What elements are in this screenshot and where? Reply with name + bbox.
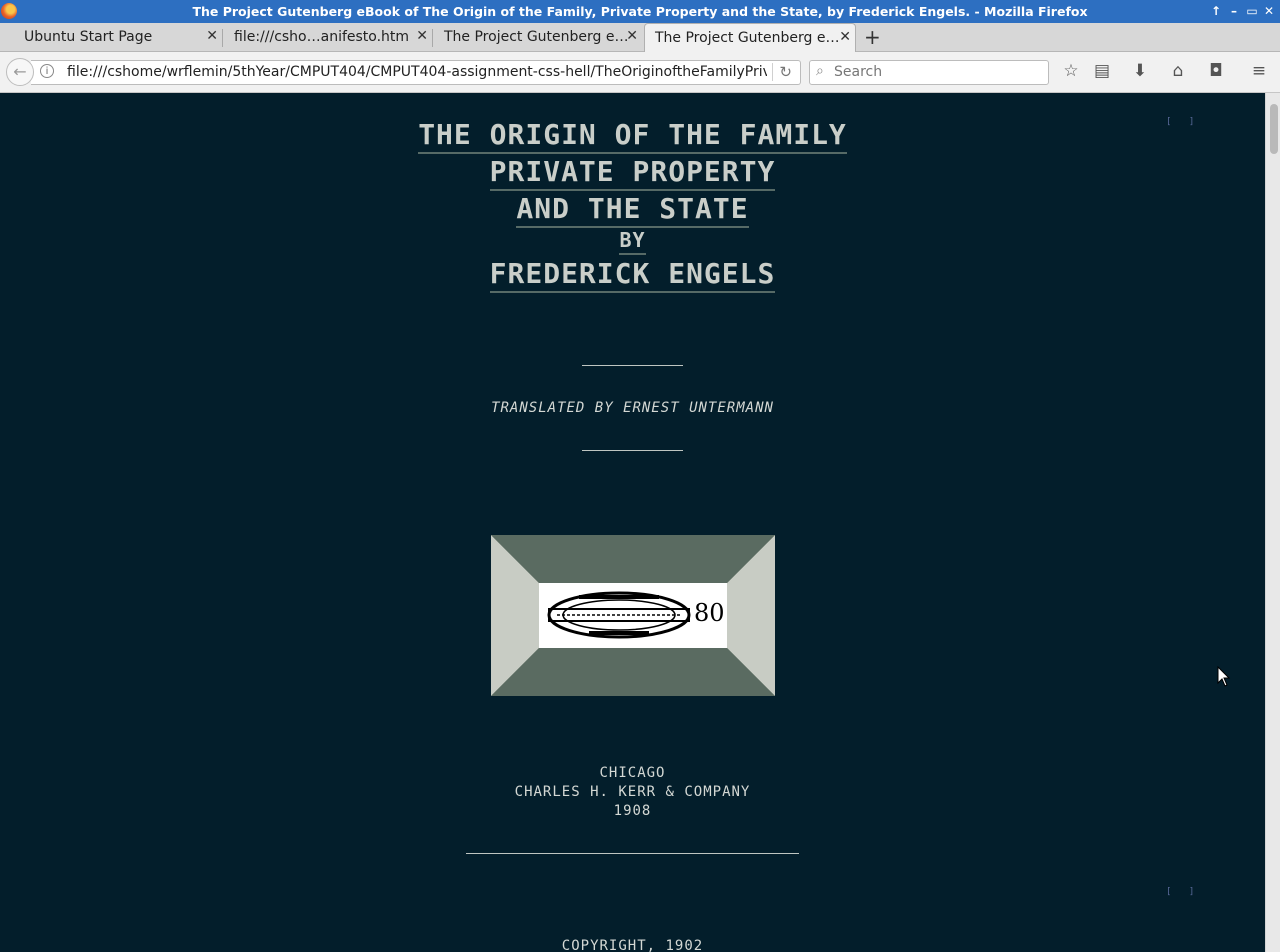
window-titlebar: The Project Gutenberg eBook of The Origi… bbox=[0, 0, 1280, 23]
copyright-line: COPYRIGHT, 1902 bbox=[561, 938, 704, 952]
window-minimize-icon[interactable]: – bbox=[1226, 2, 1242, 20]
site-info-icon[interactable]: i bbox=[40, 64, 54, 78]
menu-hamburger-icon[interactable]: ≡ bbox=[1247, 61, 1271, 83]
divider bbox=[582, 365, 683, 366]
book-author: FREDERICK ENGELS bbox=[0, 257, 1265, 293]
url-text[interactable]: file:///cshome/wrflemin/5thYear/CMPUT404… bbox=[67, 64, 767, 80]
reading-list-icon[interactable]: ▤ bbox=[1090, 61, 1114, 83]
tab-close-icon[interactable]: ✕ bbox=[839, 29, 851, 45]
union-label-stamp: 80 bbox=[539, 583, 727, 648]
tab-ubuntu-start-page[interactable]: Ubuntu Start Page ✕ bbox=[0, 23, 222, 52]
search-placeholder: Search bbox=[834, 64, 883, 80]
book-by: BY bbox=[0, 228, 1265, 255]
publisher-year: 1908 bbox=[613, 803, 652, 819]
tab-close-icon[interactable]: ✕ bbox=[626, 28, 638, 44]
home-icon[interactable]: ⌂ bbox=[1166, 61, 1190, 83]
search-input[interactable]: ⌕ Search bbox=[809, 60, 1049, 85]
reload-icon[interactable]: ↻ bbox=[772, 63, 792, 81]
navigation-toolbar: i file:///cshome/wrflemin/5thYear/CMPUT4… bbox=[0, 52, 1280, 93]
book-title-line-3: AND THE STATE bbox=[0, 192, 1265, 228]
window-up-icon[interactable]: ↑ bbox=[1208, 2, 1224, 20]
tab-gutenberg-1[interactable]: The Project Gutenberg e… ✕ bbox=[420, 23, 642, 52]
page-number-marker[interactable]: [ ] bbox=[1166, 887, 1200, 897]
window-title: The Project Gutenberg eBook of The Origi… bbox=[192, 4, 1088, 19]
publisher-name: CHARLES H. KERR & COMPANY bbox=[514, 784, 751, 800]
tab-label: The Project Gutenberg e… bbox=[444, 29, 629, 45]
mouse-cursor-icon bbox=[1217, 666, 1231, 687]
section-divider bbox=[466, 853, 799, 854]
url-bar[interactable]: i file:///cshome/wrflemin/5thYear/CMPUT4… bbox=[31, 60, 801, 85]
stamp-number: 80 bbox=[694, 599, 725, 627]
translator-credit: TRANSLATED BY ERNEST UNTERMANN bbox=[491, 400, 774, 416]
page-content: [ ] THE ORIGIN OF THE FAMILY PRIVATE PRO… bbox=[0, 93, 1265, 952]
window-close-icon[interactable]: ✕ bbox=[1261, 2, 1277, 20]
vertical-scrollbar[interactable] bbox=[1265, 93, 1280, 952]
scrollbar-thumb[interactable] bbox=[1270, 104, 1278, 154]
tab-label: Ubuntu Start Page bbox=[24, 29, 153, 45]
bookmark-star-icon[interactable]: ☆ bbox=[1059, 61, 1083, 83]
book-title-line-2: PRIVATE PROPERTY bbox=[0, 155, 1265, 191]
publisher-city: CHICAGO bbox=[599, 765, 666, 781]
tab-strip: Ubuntu Start Page ✕ file:///csho…anifest… bbox=[0, 23, 1280, 53]
window-restore-icon[interactable]: ▭ bbox=[1244, 2, 1260, 20]
divider bbox=[582, 450, 683, 451]
publisher-emblem-image: 80 bbox=[491, 535, 775, 696]
tab-label: The Project Gutenberg e… bbox=[655, 30, 840, 46]
book-title-line-1: THE ORIGIN OF THE FAMILY bbox=[0, 118, 1265, 154]
tab-label: file:///csho…anifesto.htm bbox=[234, 29, 410, 45]
tab-manifesto[interactable]: file:///csho…anifesto.htm ✕ bbox=[210, 23, 432, 52]
downloads-icon[interactable]: ⬇ bbox=[1128, 61, 1152, 83]
firefox-logo-icon bbox=[1, 3, 17, 19]
new-tab-button[interactable]: + bbox=[864, 25, 881, 49]
pocket-icon[interactable]: ◘ bbox=[1204, 61, 1228, 83]
back-button[interactable]: ← bbox=[6, 58, 34, 86]
tab-gutenberg-active[interactable]: The Project Gutenberg e… ✕ bbox=[644, 23, 856, 53]
search-icon: ⌕ bbox=[816, 63, 824, 79]
